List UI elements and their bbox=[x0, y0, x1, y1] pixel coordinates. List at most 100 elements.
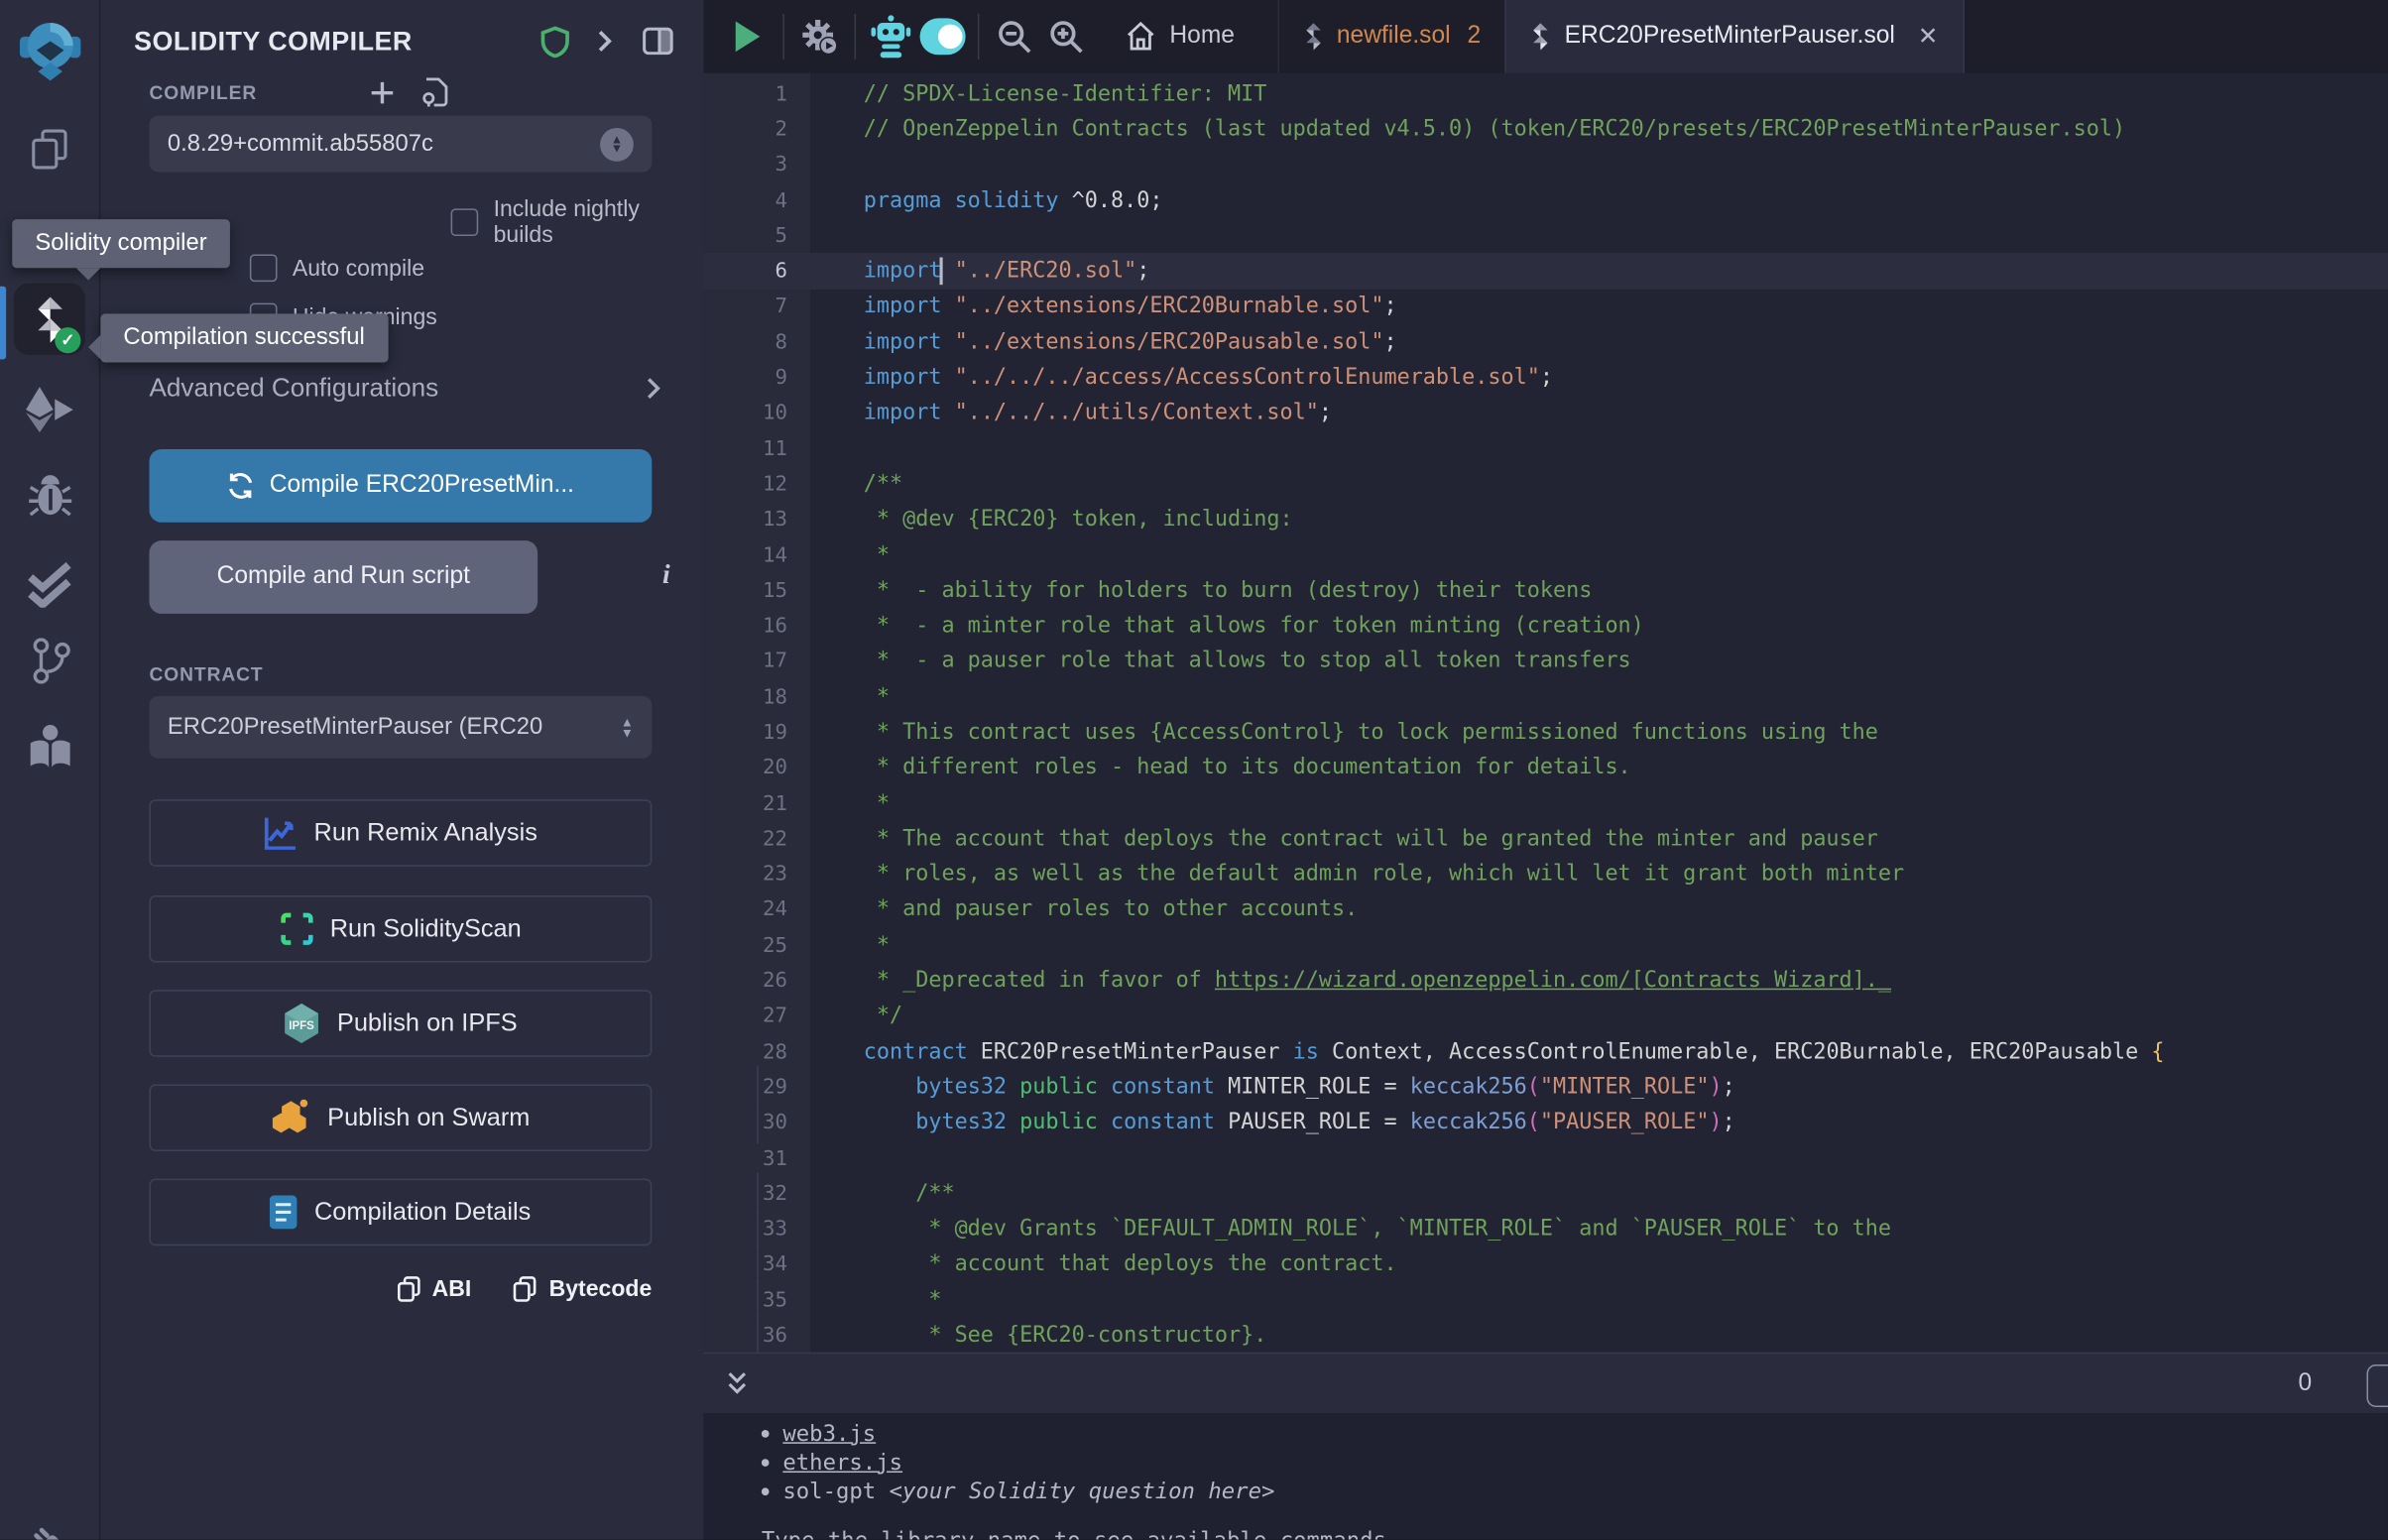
code-line[interactable]: 29 bytes32 public constant MINTER_ROLE =… bbox=[703, 1070, 2387, 1106]
code-line[interactable]: 17 * - a pauser role that allows to stop… bbox=[703, 644, 2387, 679]
abi-label[interactable]: ABI bbox=[432, 1276, 472, 1302]
code-line[interactable]: 35 * bbox=[703, 1282, 2387, 1318]
contract-select[interactable]: ERC20PresetMinterPauser (ERC20 ▲▼ bbox=[149, 696, 652, 759]
code-line[interactable]: 26 * _Deprecated in favor of https://wiz… bbox=[703, 963, 2387, 999]
line-number: 8 bbox=[703, 330, 809, 355]
advanced-configurations[interactable]: Advanced Configurations bbox=[149, 373, 660, 404]
code-line[interactable]: 11 bbox=[703, 431, 2387, 467]
ipfs-icon: IPFS bbox=[284, 1004, 320, 1043]
code-line[interactable]: 19 * This contract uses {AccessControl} … bbox=[703, 715, 2387, 751]
learneth-icon[interactable] bbox=[0, 708, 99, 787]
code-line[interactable]: 5 bbox=[703, 218, 2387, 254]
code-line[interactable]: 2// OpenZeppelin Contracts (last updated… bbox=[703, 112, 2387, 148]
unit-testing-icon[interactable] bbox=[0, 545, 99, 625]
select-arrows-icon: ▲▼ bbox=[621, 717, 634, 737]
auto-compile-checkbox[interactable] bbox=[250, 254, 278, 282]
panel-layout-icon[interactable] bbox=[643, 28, 673, 56]
code-line[interactable]: 4pragma solidity ^0.8.0; bbox=[703, 182, 2387, 218]
terminal-link-ethers[interactable]: ethers.js bbox=[782, 1451, 902, 1476]
line-number: 26 bbox=[703, 969, 809, 994]
code-line[interactable]: 12/** bbox=[703, 466, 2387, 502]
tab-home[interactable]: Home bbox=[1104, 0, 1255, 73]
code-line[interactable]: 36 * See {ERC20-constructor}. bbox=[703, 1318, 2387, 1353]
remix-logo[interactable] bbox=[0, 9, 99, 88]
tab-close-icon[interactable]: ✕ bbox=[1918, 21, 1939, 52]
script-config-gear-icon[interactable] bbox=[793, 11, 845, 62]
code-line[interactable]: 24 * and pauser roles to other accounts. bbox=[703, 892, 2387, 928]
code-line[interactable]: 28contract ERC20PresetMinterPauser is Co… bbox=[703, 1034, 2387, 1070]
code-line[interactable]: 34 * account that deploys the contract. bbox=[703, 1246, 2387, 1282]
code-line[interactable]: 6import "../ERC20.sol"; bbox=[703, 254, 2387, 290]
code-line[interactable]: 1// SPDX-License-Identifier: MIT bbox=[703, 76, 2387, 112]
zoom-in-icon[interactable] bbox=[1040, 11, 1092, 62]
chevron-right-icon[interactable] bbox=[597, 29, 612, 54]
code-line[interactable]: 18 * bbox=[703, 679, 2387, 715]
ai-copilot-toggle[interactable] bbox=[916, 11, 968, 62]
publish-ipfs-button[interactable]: IPFS Publish on IPFS bbox=[149, 990, 652, 1057]
copy-icon[interactable] bbox=[514, 1276, 537, 1302]
code-line[interactable]: 21 * bbox=[703, 785, 2387, 821]
code-line[interactable]: 20 * different roles - head to its docum… bbox=[703, 751, 2387, 786]
code-line[interactable]: 15 * - ability for holders to burn (dest… bbox=[703, 573, 2387, 609]
debugger-icon[interactable] bbox=[0, 457, 99, 536]
line-number: 31 bbox=[703, 1146, 809, 1171]
code-line[interactable]: 31 bbox=[703, 1140, 2387, 1176]
compiler-version-select[interactable]: 0.8.29+commit.ab55807c ▲▼ bbox=[149, 116, 652, 173]
solidity-compiler-icon[interactable] bbox=[0, 281, 99, 360]
code-line[interactable]: 22 * The account that deploys the contra… bbox=[703, 821, 2387, 857]
line-number: 24 bbox=[703, 897, 809, 922]
compile-success-badge: ✓ bbox=[55, 327, 80, 353]
home-icon bbox=[1126, 21, 1156, 52]
deploy-run-icon[interactable] bbox=[0, 370, 99, 449]
ai-assistant-robot-icon[interactable] bbox=[865, 11, 916, 62]
bullet-icon bbox=[762, 1430, 770, 1438]
copy-icon[interactable] bbox=[397, 1276, 419, 1302]
code-line[interactable]: 16 * - a minter role that allows for tok… bbox=[703, 608, 2387, 644]
code-line[interactable]: 32 /** bbox=[703, 1176, 2387, 1212]
zoom-out-icon[interactable] bbox=[989, 11, 1040, 62]
info-icon[interactable]: i bbox=[662, 559, 670, 591]
scan-icon bbox=[280, 912, 313, 946]
line-number: 20 bbox=[703, 756, 809, 780]
line-number: 21 bbox=[703, 791, 809, 816]
tab-newfile[interactable]: newfile.sol 2 bbox=[1277, 0, 1505, 73]
run-script-play-icon[interactable] bbox=[722, 11, 774, 62]
nightly-builds-checkbox[interactable] bbox=[451, 208, 479, 236]
plugin-manager-icon[interactable] bbox=[0, 1504, 99, 1539]
compiler-license-icon[interactable] bbox=[421, 77, 447, 106]
compile-button[interactable]: Compile ERC20PresetMin... bbox=[149, 449, 652, 523]
compile-and-run-button[interactable]: Compile and Run script bbox=[149, 540, 537, 614]
terminal-link-web3[interactable]: web3.js bbox=[782, 1422, 876, 1447]
git-icon[interactable] bbox=[0, 622, 99, 701]
add-compiler-icon[interactable] bbox=[370, 80, 395, 105]
code-line[interactable]: 9import "../../../access/AccessControlEn… bbox=[703, 360, 2387, 396]
run-remix-analysis-button[interactable]: Run Remix Analysis bbox=[149, 799, 652, 867]
code-line[interactable]: 3 bbox=[703, 147, 2387, 182]
bytecode-label[interactable]: Bytecode bbox=[549, 1276, 653, 1302]
run-solidityscan-button[interactable]: Run SolidityScan bbox=[149, 895, 652, 963]
terminal-solgpt-hint: <your Solidity question here> bbox=[890, 1480, 1275, 1504]
code-line[interactable]: 33 * @dev Grants `DEFAULT_ADMIN_ROLE`, `… bbox=[703, 1212, 2387, 1247]
shield-icon[interactable] bbox=[540, 25, 569, 57]
code-line[interactable]: 8import "../extensions/ERC20Pausable.sol… bbox=[703, 324, 2387, 360]
code-line[interactable]: 25 * bbox=[703, 927, 2387, 963]
code-line[interactable]: 10import "../../../utils/Context.sol"; bbox=[703, 396, 2387, 431]
code-line[interactable]: 27 */ bbox=[703, 999, 2387, 1034]
code-line[interactable]: 14 * bbox=[703, 537, 2387, 573]
line-number: 11 bbox=[703, 436, 809, 461]
line-number: 17 bbox=[703, 650, 809, 674]
terminal-expand-icon[interactable] bbox=[725, 1369, 750, 1397]
file-explorer-icon[interactable] bbox=[0, 110, 99, 189]
publish-swarm-button[interactable]: Publish on Swarm bbox=[149, 1084, 652, 1151]
version-spinner-icon[interactable]: ▲▼ bbox=[600, 127, 634, 161]
compilation-details-button[interactable]: Compilation Details bbox=[149, 1179, 652, 1246]
code-line[interactable]: 13 * @dev {ERC20} token, including: bbox=[703, 502, 2387, 537]
code-line[interactable]: 30 bytes32 public constant PAUSER_ROLE =… bbox=[703, 1105, 2387, 1140]
code-line[interactable]: 7import "../extensions/ERC20Burnable.sol… bbox=[703, 289, 2387, 324]
editor-region: Home newfile.sol 2 bbox=[703, 0, 2387, 1540]
code-editor[interactable]: 1// SPDX-License-Identifier: MIT2// Open… bbox=[703, 73, 2387, 1353]
terminal-search-input[interactable] bbox=[2366, 1364, 2387, 1407]
tab-erc20presetminterpauser[interactable]: ERC20PresetMinterPauser.sol ✕ bbox=[1505, 0, 1965, 73]
terminal-output[interactable]: web3.js ethers.js sol-gpt <your Solidity… bbox=[703, 1413, 2387, 1539]
code-line[interactable]: 23 * roles, as well as the default admin… bbox=[703, 857, 2387, 892]
